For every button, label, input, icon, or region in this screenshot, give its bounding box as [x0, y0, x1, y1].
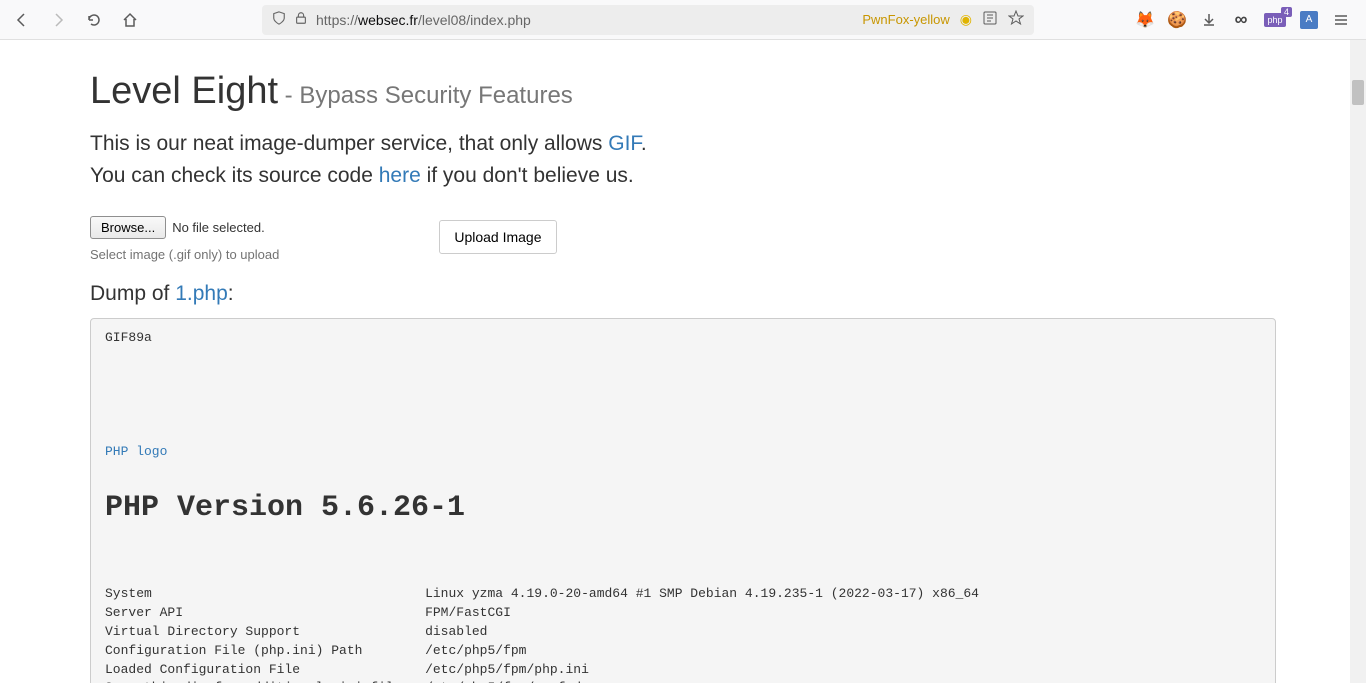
source-link[interactable]: here [379, 164, 421, 187]
url-text: https://websec.fr/level08/index.php [316, 12, 862, 28]
upload-button[interactable]: Upload Image [439, 220, 556, 254]
browse-button[interactable]: Browse... [90, 216, 166, 239]
lock-icon [294, 11, 308, 28]
browser-toolbar: https://websec.fr/level08/index.php PwnF… [0, 0, 1366, 40]
phpinfo-key: Virtual Directory Support [105, 623, 425, 642]
infinity-icon[interactable]: ∞ [1232, 11, 1250, 29]
shield-icon [272, 11, 286, 28]
download-icon[interactable] [1200, 11, 1218, 29]
translate-icon[interactable]: A [1300, 11, 1318, 29]
pwnfox-icon[interactable]: ◉ [960, 11, 972, 28]
phpinfo-value: FPM/FastCGI [425, 604, 987, 623]
phpinfo-value: Linux yzma 4.19.0-20-amd64 #1 SMP Debian… [425, 585, 987, 604]
phpinfo-value: /etc/php5/fpm [425, 642, 987, 661]
file-help-text: Select image (.gif only) to upload [90, 247, 279, 262]
phpinfo-row: Loaded Configuration File /etc/php5/fpm/… [105, 661, 987, 680]
cookie-icon[interactable]: 🍪 [1168, 11, 1186, 29]
url-bar[interactable]: https://websec.fr/level08/index.php PwnF… [262, 5, 1034, 35]
phpinfo-key: Server API [105, 604, 425, 623]
file-status: No file selected. [172, 220, 265, 235]
scrollbar-thumb[interactable] [1352, 80, 1364, 105]
phpinfo-table: System Linux yzma 4.19.0-20-amd64 #1 SMP… [105, 585, 987, 683]
dump-output: GIF89a PHP logo PHP Version 5.6.26-1 Sys… [90, 318, 1276, 683]
forward-button[interactable] [44, 6, 72, 34]
phpinfo-row: Scan this dir for additional .ini files … [105, 679, 987, 683]
phpinfo-row: Virtual Directory Support disabled [105, 623, 987, 642]
reader-icon[interactable] [982, 10, 998, 29]
phpinfo-value: /etc/php5/fpm/php.ini [425, 661, 987, 680]
back-button[interactable] [8, 6, 36, 34]
bookmark-star-icon[interactable] [1008, 10, 1024, 29]
php-version-heading: PHP Version 5.6.26-1 [105, 487, 1261, 531]
content-area: Level Eight - Bypass Security Features T… [0, 40, 1366, 683]
scrollbar-track[interactable] [1350, 40, 1366, 683]
home-button[interactable] [116, 6, 144, 34]
phpinfo-row: Server API FPM/FastCGI [105, 604, 987, 623]
gif-link[interactable]: GIF [608, 132, 641, 155]
dump-title: Dump of 1.php: [90, 282, 1276, 306]
upload-form: Browse... No file selected. Select image… [90, 216, 1276, 262]
hamburger-menu-icon[interactable] [1332, 11, 1350, 29]
php-ext-icon[interactable]: php 4 [1264, 13, 1286, 27]
php-logo-link[interactable]: PHP logo [105, 443, 1261, 462]
phpinfo-row: System Linux yzma 4.19.0-20-amd64 #1 SMP… [105, 585, 987, 604]
extension-icons: 🦊 🍪 ∞ php 4 A [1136, 11, 1358, 29]
phpinfo-key: Scan this dir for additional .ini files [105, 679, 425, 683]
reload-button[interactable] [80, 6, 108, 34]
php-badge: 4 [1281, 7, 1292, 17]
gif-header: GIF89a [105, 330, 152, 345]
phpinfo-key: System [105, 585, 425, 604]
dump-file-link[interactable]: 1.php [175, 282, 228, 305]
phpinfo-key: Loaded Configuration File [105, 661, 425, 680]
phpinfo-row: Configuration File (php.ini) Path /etc/p… [105, 642, 987, 661]
page-title: Level Eight - Bypass Security Features [90, 70, 1276, 113]
lead-text: This is our neat image-dumper service, t… [90, 128, 1276, 191]
pwnfox-label[interactable]: PwnFox-yellow [862, 12, 949, 27]
phpinfo-value: disabled [425, 623, 987, 642]
phpinfo-value: /etc/php5/fpm/conf.d [425, 679, 987, 683]
foxyproxy-icon[interactable]: 🦊 [1136, 11, 1154, 29]
phpinfo-key: Configuration File (php.ini) Path [105, 642, 425, 661]
